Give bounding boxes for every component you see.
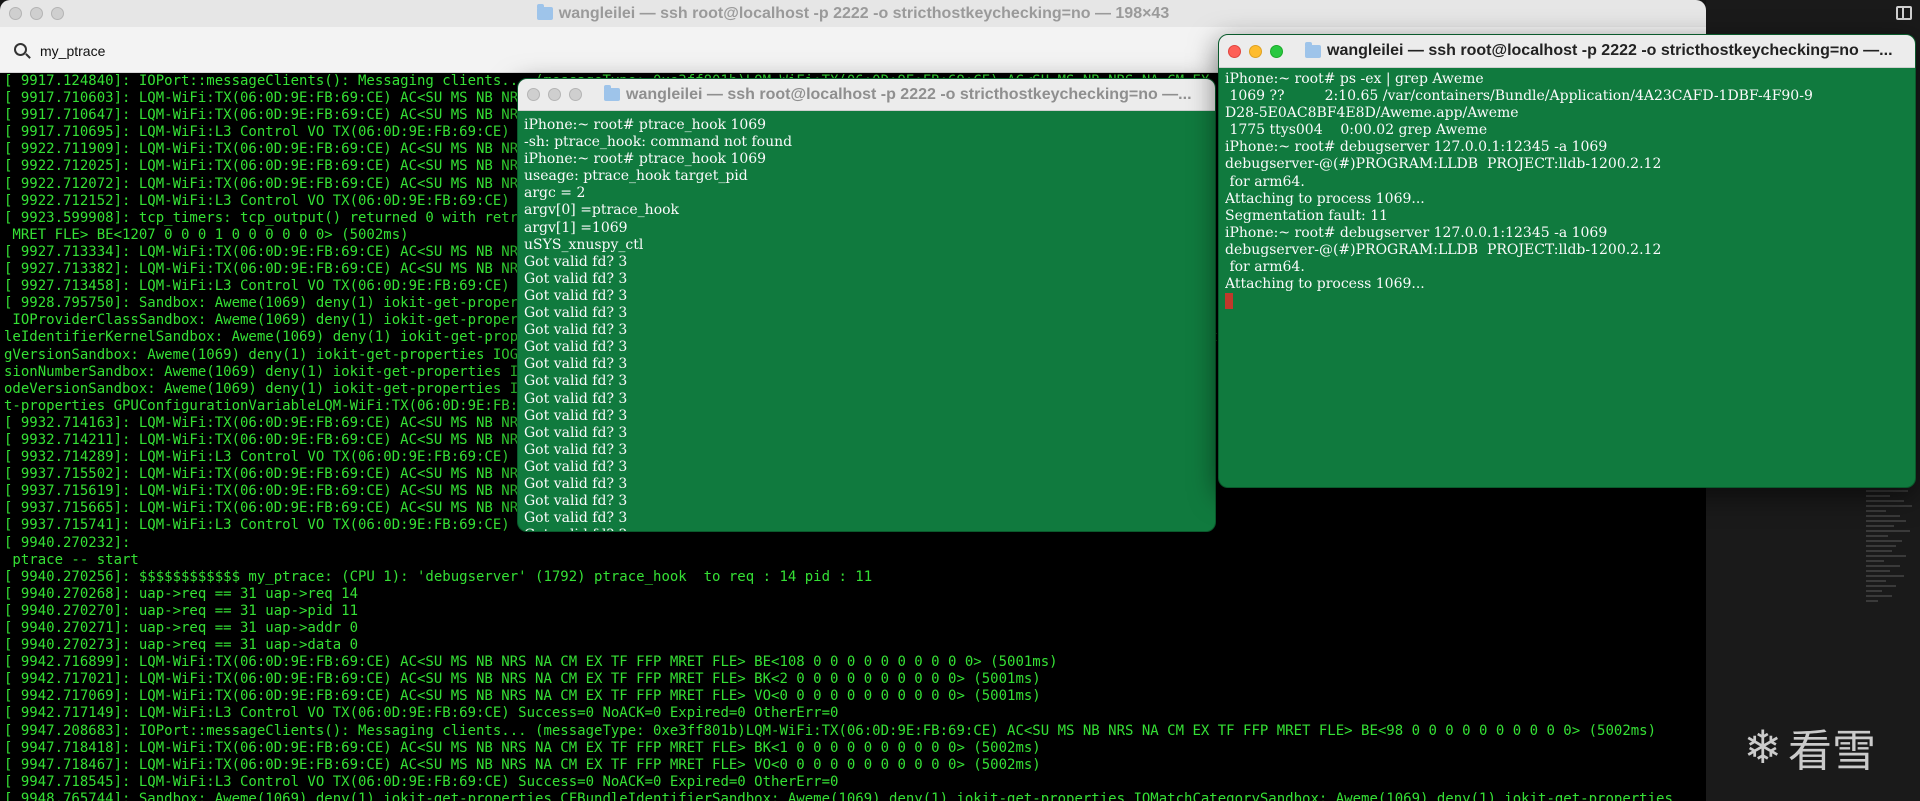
snowflake-icon: ❄ bbox=[1743, 720, 1782, 774]
window-title: wangleilei — ssh root@localhost -p 2222 … bbox=[626, 85, 1192, 103]
terminal-line: Got valid fd? 3 bbox=[524, 287, 628, 304]
terminal-line: [ 9942.717021]: LQM-WiFi:TX(06:0D:9E:FB:… bbox=[4, 671, 1041, 688]
terminal-line: Got valid fd? 3 bbox=[524, 407, 628, 424]
terminal-line: Got valid fd? 3 bbox=[524, 270, 628, 287]
window-controls bbox=[9, 0, 64, 27]
terminal-line: 1775 ttys004 0:00.02 grep Aweme bbox=[1225, 122, 1488, 139]
close-icon[interactable] bbox=[1228, 44, 1241, 58]
minimize-icon[interactable] bbox=[1249, 44, 1262, 58]
terminal-line: [ 9947.718545]: LQM-WiFi:L3 Control VO T… bbox=[4, 773, 839, 790]
code-minimap bbox=[1866, 485, 1916, 665]
text-cursor bbox=[1225, 293, 1233, 310]
terminal-line: Got valid fd? 3 bbox=[524, 253, 628, 270]
terminal-line: [ 9942.717149]: LQM-WiFi:L3 Control VO T… bbox=[4, 705, 839, 722]
terminal-line: [ 9940.270256]: $$$$$$$$$$$$ my_ptrace: … bbox=[4, 568, 873, 585]
folder-icon bbox=[536, 4, 553, 20]
search-input[interactable] bbox=[40, 41, 340, 61]
close-icon[interactable] bbox=[9, 7, 22, 20]
terminal-line: iPhone:~ root# ptrace_hook 1069 bbox=[524, 151, 767, 168]
terminal-line: [ 9947.718418]: LQM-WiFi:TX(06:0D:9E:FB:… bbox=[4, 739, 1041, 756]
sidebar-toggle-icon[interactable] bbox=[1896, 6, 1912, 20]
terminal-line: [ 9940.270270]: uap->req == 31 uap->pid … bbox=[4, 602, 359, 619]
terminal-line: [ 9942.716899]: LQM-WiFi:TX(06:0D:9E:FB:… bbox=[4, 654, 1058, 671]
terminal-line: for arm64. bbox=[1225, 259, 1305, 276]
back-terminal-titlebar[interactable]: wangleilei — ssh root@localhost -p 2222 … bbox=[0, 0, 1706, 27]
window-title: wangleilei — ssh root@localhost -p 2222 … bbox=[558, 4, 1170, 22]
terminal-line: [ 9947.208683]: IOPort::messageClients()… bbox=[4, 722, 1657, 739]
watermark: ❄ 看雪 bbox=[1743, 715, 1876, 779]
terminal-line: Got valid fd? 3 bbox=[524, 527, 1209, 531]
middle-terminal-titlebar[interactable]: wangleilei — ssh root@localhost -p 2222 … bbox=[518, 79, 1215, 111]
terminal-line: Got valid fd? 3 bbox=[524, 424, 628, 441]
terminal-line: Segmentation fault: 11 bbox=[1225, 207, 1389, 224]
terminal-line: Got valid fd? 3 bbox=[524, 305, 628, 322]
terminal-line: Got valid fd? 3 bbox=[524, 356, 628, 373]
middle-terminal-window[interactable]: wangleilei — ssh root@localhost -p 2222 … bbox=[517, 78, 1216, 532]
terminal-line: [ 9940.270268]: uap->req == 31 uap->req … bbox=[4, 585, 359, 602]
terminal-line: uSYS_xnuspy_ctl bbox=[524, 236, 644, 253]
terminal-line: [ 9940.270273]: uap->req == 31 uap->data… bbox=[4, 637, 359, 654]
minimize-icon[interactable] bbox=[30, 7, 43, 20]
terminal-line: 1069 ?? 2:10.65 /var/containers/Bundle/A… bbox=[1225, 88, 1813, 105]
zoom-icon[interactable] bbox=[1270, 44, 1283, 58]
terminal-line: [ 9947.718467]: LQM-WiFi:TX(06:0D:9E:FB:… bbox=[4, 756, 1041, 773]
window-title: wangleilei — ssh root@localhost -p 2222 … bbox=[1327, 42, 1893, 59]
terminal-line: debugserver-@(#)PROGRAM:LLDB PROJECT:lld… bbox=[1225, 156, 1662, 173]
terminal-line: Got valid fd? 3 bbox=[524, 441, 628, 458]
folder-icon bbox=[604, 85, 620, 101]
terminal-line: [ 9942.717069]: LQM-WiFi:TX(06:0D:9E:FB:… bbox=[4, 688, 1041, 705]
right-terminal-window[interactable]: wangleilei — ssh root@localhost -p 2222 … bbox=[1218, 34, 1916, 488]
terminal-line: iPhone:~ root# debugserver 127.0.0.1:123… bbox=[1225, 224, 1608, 241]
terminal-output[interactable]: iPhone:~ root# ptrace_hook 1069 -sh: ptra… bbox=[524, 117, 1209, 531]
prompt-line bbox=[1225, 293, 1911, 310]
terminal-line: -sh: ptrace_hook: command not found bbox=[524, 134, 793, 151]
terminal-line: Got valid fd? 3 bbox=[524, 322, 628, 339]
terminal-line: Attaching to process 1069... bbox=[1225, 276, 1425, 293]
terminal-line: iPhone:~ root# ptrace_hook 1069 bbox=[524, 117, 767, 133]
terminal-line: for arm64. bbox=[1225, 173, 1305, 190]
terminal-line: useage: ptrace_hook target_pid bbox=[524, 168, 748, 185]
search-icon bbox=[14, 43, 27, 56]
window-controls bbox=[527, 79, 582, 110]
terminal-line: Got valid fd? 3 bbox=[524, 510, 628, 527]
terminal-line: argv[1] =1069 bbox=[524, 219, 628, 236]
terminal-line: [ 9940.270271]: uap->req == 31 uap->addr… bbox=[4, 620, 359, 636]
terminal-line: Got valid fd? 3 bbox=[524, 373, 628, 390]
terminal-line: Got valid fd? 3 bbox=[524, 475, 628, 492]
window-controls bbox=[1228, 35, 1283, 67]
zoom-icon[interactable] bbox=[51, 7, 64, 20]
terminal-line: Got valid fd? 3 bbox=[524, 339, 628, 356]
folder-icon bbox=[1305, 41, 1321, 58]
terminal-line: iPhone:~ root# ps -ex | grep Aweme bbox=[1225, 71, 1484, 87]
terminal-line: ptrace -- start bbox=[4, 551, 139, 568]
terminal-line: argc = 2 bbox=[524, 185, 586, 202]
terminal-line: [ 9948.765744]: Sandbox: Aweme(1069) den… bbox=[4, 790, 1673, 801]
terminal-line: D28-5E0AC8BF4E8D/Aweme.app/Aweme bbox=[1225, 105, 1519, 122]
terminal-line: Got valid fd? 3 bbox=[524, 390, 628, 407]
terminal-line: [ 9940.270232]: bbox=[4, 534, 131, 551]
terminal-output[interactable]: iPhone:~ root# ps -ex | grep Aweme 1069 … bbox=[1225, 71, 1911, 487]
terminal-line: Got valid fd? 3 bbox=[524, 493, 628, 510]
terminal-line: Attaching to process 1069... bbox=[1225, 190, 1425, 207]
close-icon[interactable] bbox=[527, 88, 540, 101]
watermark-text: 看雪 bbox=[1788, 726, 1876, 777]
zoom-icon[interactable] bbox=[569, 88, 582, 101]
terminal-line: iPhone:~ root# debugserver 127.0.0.1:123… bbox=[1225, 139, 1608, 156]
terminal-line: debugserver-@(#)PROGRAM:LLDB PROJECT:lld… bbox=[1225, 241, 1662, 258]
minimize-icon[interactable] bbox=[548, 88, 561, 101]
right-terminal-titlebar[interactable]: wangleilei — ssh root@localhost -p 2222 … bbox=[1219, 35, 1915, 68]
terminal-line: argv[0] =ptrace_hook bbox=[524, 202, 680, 219]
terminal-line: Got valid fd? 3 bbox=[524, 458, 628, 475]
